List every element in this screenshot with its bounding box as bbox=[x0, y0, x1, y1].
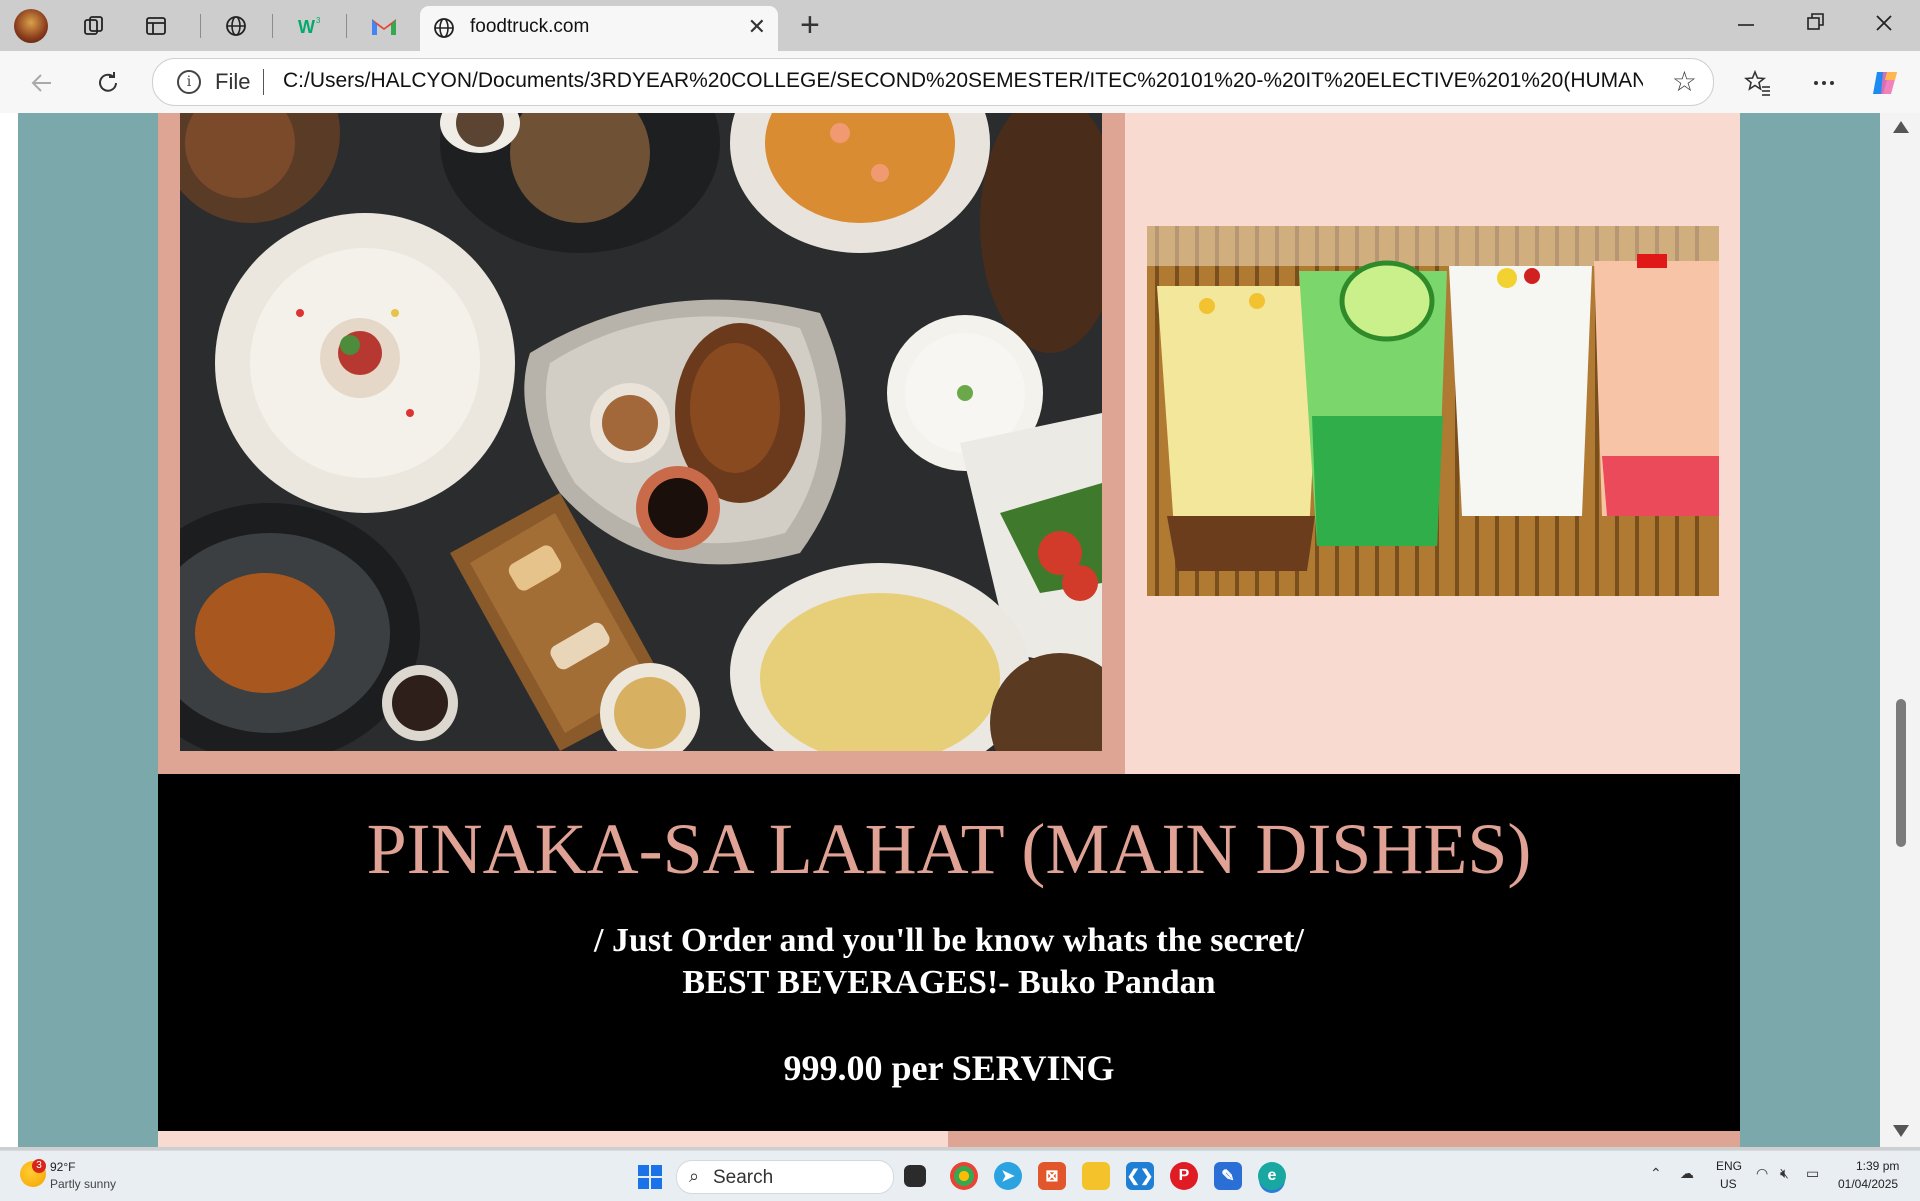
restore-icon[interactable] bbox=[1806, 6, 1826, 43]
telegram-icon[interactable]: ➤ bbox=[994, 1162, 1022, 1190]
edge-icon[interactable]: e bbox=[1258, 1162, 1286, 1190]
workspaces-icon[interactable] bbox=[76, 8, 112, 44]
refresh-button[interactable] bbox=[88, 63, 128, 103]
site-info-icon[interactable]: i bbox=[177, 70, 201, 94]
tray-app-icon[interactable]: ☁ bbox=[1680, 1165, 1694, 1182]
taskbar: 3 92°F Partly sunny ⌕ Search ➤ ⊠ ❮❯ P ✎ … bbox=[0, 1150, 1920, 1201]
main-dishes-banner: PINAKA-SA LAHAT (MAIN DISHES) / Just Ord… bbox=[158, 774, 1740, 1131]
wifi-icon[interactable]: ◠ bbox=[1756, 1165, 1768, 1182]
food-panel bbox=[158, 113, 1125, 774]
start-button[interactable] bbox=[638, 1165, 662, 1189]
minimize-icon[interactable] bbox=[1736, 6, 1756, 43]
page-viewport: PINAKA-SA LAHAT (MAIN DISHES) / Just Ord… bbox=[0, 113, 1920, 1147]
pinterest-icon[interactable]: P bbox=[1170, 1162, 1198, 1190]
clock-date[interactable]: 01/04/2025 bbox=[1838, 1177, 1898, 1191]
region-indicator[interactable]: US bbox=[1720, 1177, 1737, 1191]
new-tab-button[interactable]: + bbox=[800, 6, 820, 45]
tab-separator bbox=[272, 14, 273, 38]
file-explorer-icon[interactable] bbox=[1082, 1162, 1110, 1190]
volume-muted-icon[interactable]: 🔇︎ bbox=[1780, 1165, 1789, 1182]
tab-close-icon[interactable]: ✕ bbox=[748, 14, 766, 40]
navigation-bar: i File C:/Users/HALCYON/Documents/3RDYEA… bbox=[0, 51, 1920, 114]
tab-title: foodtruck.com bbox=[470, 16, 590, 37]
xampp-icon[interactable]: ⊠ bbox=[1038, 1162, 1066, 1190]
tab-strip: W3 foodtruck.com ✕ + bbox=[0, 0, 1920, 51]
tray-overflow-icon[interactable]: ⌃ bbox=[1650, 1165, 1662, 1182]
profile-avatar[interactable] bbox=[14, 9, 48, 43]
url-text[interactable]: C:/Users/HALCYON/Documents/3RDYEAR%20COL… bbox=[283, 69, 1643, 93]
chrome-icon[interactable] bbox=[950, 1162, 978, 1190]
favorites-icon[interactable] bbox=[1738, 63, 1778, 103]
scroll-thumb[interactable] bbox=[1896, 699, 1906, 847]
paint-icon[interactable]: ✎ bbox=[1214, 1162, 1242, 1190]
scroll-up-arrow-icon[interactable] bbox=[1893, 121, 1909, 133]
svg-text:3: 3 bbox=[316, 16, 321, 25]
language-indicator[interactable]: ENG bbox=[1716, 1159, 1742, 1173]
weather-temperature[interactable]: 92°F bbox=[50, 1160, 75, 1174]
search-icon: ⌕ bbox=[689, 1166, 700, 1186]
battery-icon[interactable]: ▭ bbox=[1806, 1165, 1819, 1182]
taskbar-search[interactable]: ⌕ Search bbox=[676, 1160, 894, 1194]
scroll-down-arrow-icon[interactable] bbox=[1893, 1125, 1909, 1137]
more-options-icon[interactable] bbox=[1804, 63, 1844, 103]
address-bar[interactable]: i File C:/Users/HALCYON/Documents/3RDYEA… bbox=[152, 58, 1714, 106]
gmail-tab-icon[interactable] bbox=[366, 8, 402, 44]
tagline: / Just Order and you'll be know whats th… bbox=[594, 922, 1304, 959]
favorite-star-icon[interactable]: ☆ bbox=[1672, 65, 1697, 98]
svg-text:W: W bbox=[298, 17, 315, 37]
pinned-tab-globe-icon[interactable] bbox=[218, 8, 254, 44]
weather-description[interactable]: Partly sunny bbox=[50, 1177, 116, 1191]
tab-separator bbox=[346, 14, 347, 38]
search-label: Search bbox=[713, 1167, 774, 1188]
w3schools-tab-icon[interactable]: W3 bbox=[292, 8, 328, 44]
beverages-photo bbox=[1147, 226, 1719, 596]
clock-time[interactable]: 1:39 pm bbox=[1856, 1159, 1899, 1173]
tab-foodtruck[interactable]: foodtruck.com ✕ bbox=[420, 6, 778, 51]
vscode-icon[interactable]: ❮❯ bbox=[1126, 1162, 1154, 1190]
tab-globe-icon bbox=[432, 16, 456, 45]
main-dishes-photo bbox=[180, 113, 1102, 751]
next-section-left bbox=[158, 1131, 948, 1147]
copilot-icon[interactable] bbox=[1866, 63, 1906, 103]
address-separator bbox=[263, 69, 264, 95]
weather-badge: 3 bbox=[32, 1159, 46, 1173]
vertical-tabs-icon[interactable] bbox=[138, 8, 174, 44]
task-view-icon[interactable] bbox=[904, 1165, 926, 1187]
vertical-scrollbar[interactable] bbox=[1880, 113, 1920, 1147]
menu-section: PINAKA-SA LAHAT (MAIN DISHES) / Just Ord… bbox=[158, 113, 1740, 1147]
back-button[interactable] bbox=[22, 63, 62, 103]
tab-separator bbox=[200, 14, 201, 38]
url-scheme-label: File bbox=[215, 69, 251, 94]
beverage-highlight: BEST BEVERAGES!- Buko Pandan bbox=[682, 964, 1216, 1001]
section-heading: PINAKA-SA LAHAT (MAIN DISHES) bbox=[366, 809, 1532, 889]
next-section-right bbox=[948, 1131, 1740, 1147]
price-text: 999.00 per SERVING bbox=[783, 1048, 1115, 1088]
close-window-icon[interactable] bbox=[1874, 6, 1894, 43]
